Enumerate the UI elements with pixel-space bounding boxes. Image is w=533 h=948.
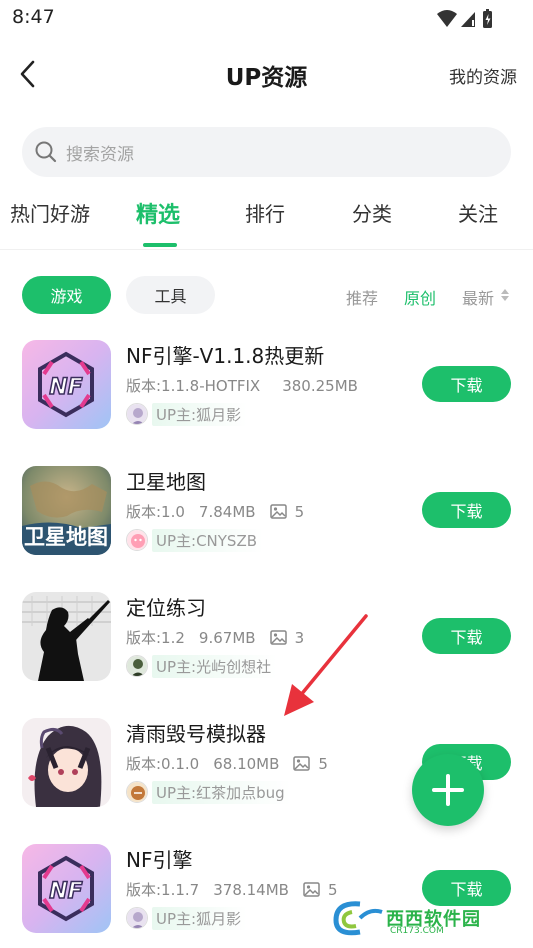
list-item[interactable]: 定位练习 版本:1.2 9.67MB 3 UP主:光屿创想社 下载 — [0, 592, 533, 702]
satellite-map-icon: 卫星地图 — [22, 466, 111, 555]
nf-engine-icon: NF — [22, 340, 111, 429]
download-button[interactable]: 下载 — [422, 366, 511, 402]
app-version: 版本:1.0 — [126, 503, 185, 521]
annotation-arrow-icon — [284, 614, 368, 716]
avatar — [126, 655, 148, 677]
back-button[interactable] — [10, 54, 46, 94]
tab-hot-games[interactable]: 热门好游 — [10, 198, 90, 227]
uploader[interactable]: UP主:光屿创想社 — [126, 654, 278, 678]
list-item[interactable]: NF NF引擎-V1.1.8热更新 版本:1.1.8-HOTFIX 380.25… — [0, 340, 533, 450]
app-size: 68.10MB — [213, 754, 280, 773]
search-icon — [35, 141, 57, 163]
image-count: 5 — [294, 502, 305, 521]
app-meta: 版本:1.0 7.84MB 5 — [126, 501, 304, 522]
category-tabs: 热门好游 精选 排行 分类 关注 — [0, 190, 533, 250]
sort-arrows-icon — [501, 289, 509, 301]
uploader-name: UP主:光屿创想社 — [152, 654, 278, 678]
tab-featured[interactable]: 精选 — [136, 197, 180, 229]
app-meta: 版本:0.1.0 68.10MB 5 — [126, 753, 328, 774]
uploader-name: UP主:狐月影 — [152, 402, 248, 426]
back-arrow-icon — [20, 60, 35, 88]
sort-recommended[interactable]: 推荐 — [346, 285, 378, 309]
tab-ranking[interactable]: 排行 — [245, 198, 285, 227]
image-icon — [303, 882, 320, 897]
status-icons — [437, 9, 492, 28]
svg-text:NF: NF — [49, 879, 82, 904]
active-tab-indicator — [143, 243, 177, 247]
app-size: 7.84MB — [198, 502, 256, 521]
sort-latest[interactable]: 最新 — [462, 285, 494, 309]
add-resource-button[interactable] — [412, 754, 484, 826]
app-size: 378.14MB — [213, 880, 289, 899]
chip-tools[interactable]: 工具 — [126, 276, 215, 314]
app-version: 版本:1.1.8-HOTFIX — [126, 377, 261, 395]
uploader[interactable]: UP主:狐月影 — [126, 402, 248, 426]
watermark-logo-icon — [333, 901, 383, 936]
anime-girl-icon — [22, 718, 111, 807]
search-placeholder: 搜索资源 — [66, 144, 134, 165]
chip-games[interactable]: 游戏 — [22, 276, 111, 314]
tab-following[interactable]: 关注 — [458, 198, 498, 227]
app-meta: 版本:1.1.7 378.14MB 5 — [126, 879, 338, 900]
soldier-silhouette-icon — [22, 592, 111, 681]
avatar — [126, 529, 148, 551]
uploader[interactable]: UP主:狐月影 — [126, 906, 248, 930]
search-input[interactable]: 搜索资源 — [22, 127, 511, 177]
svg-text:NF: NF — [49, 375, 82, 400]
watermark-subtext: CR173.COM — [390, 926, 444, 936]
tab-categories[interactable]: 分类 — [352, 198, 392, 227]
my-resources-link[interactable]: 我的资源 — [449, 63, 517, 88]
image-icon — [269, 504, 287, 519]
header-bar: UP资源 我的资源 — [0, 48, 533, 100]
nf-engine-icon: NF — [22, 844, 111, 933]
screenshot-count: 5 — [293, 755, 328, 773]
uploader[interactable]: UP主:CNYSZB — [126, 528, 264, 552]
screenshot-count: 5 — [269, 502, 305, 521]
list-item[interactable]: 卫星地图 卫星地图 版本:1.0 7.84MB 5 UP主:CNYSZB 下载 — [0, 466, 533, 576]
app-name: 定位练习 — [126, 596, 206, 620]
app-name: NF引擎 — [126, 848, 193, 872]
plus-icon — [432, 774, 464, 806]
uploader[interactable]: UP主:红茶加点bug — [126, 780, 291, 804]
app-name: NF引擎-V1.1.8热更新 — [126, 344, 325, 368]
avatar — [126, 781, 148, 803]
app-version: 版本:0.1.0 — [126, 755, 200, 773]
uploader-name: UP主:CNYSZB — [152, 528, 264, 552]
avatar — [126, 403, 148, 425]
status-time: 8:47 — [12, 6, 55, 28]
app-version: 版本:1.1.7 — [126, 881, 200, 899]
uploader-name: UP主:红茶加点bug — [152, 780, 291, 804]
app-meta: 版本:1.1.8-HOTFIX 380.25MB — [126, 375, 358, 396]
app-size: 9.67MB — [198, 628, 256, 647]
status-bar: 8:47 — [0, 0, 533, 36]
watermark: 西西软件园 CR173.COM — [330, 896, 520, 940]
image-count: 5 — [318, 754, 328, 773]
app-name: 清雨毁号模拟器 — [126, 722, 266, 746]
svg-text:卫星地图: 卫星地图 — [24, 525, 108, 549]
avatar — [126, 907, 148, 929]
app-name: 卫星地图 — [126, 470, 206, 494]
app-size: 380.25MB — [282, 376, 358, 395]
uploader-name: UP主:狐月影 — [152, 906, 248, 930]
download-button[interactable]: 下载 — [422, 618, 511, 654]
app-version: 版本:1.2 — [126, 629, 185, 647]
image-icon — [293, 756, 311, 771]
download-button[interactable]: 下载 — [422, 492, 511, 528]
sort-original[interactable]: 原创 — [404, 285, 436, 309]
filter-row: 游戏 工具 推荐 原创 最新 — [0, 276, 533, 316]
